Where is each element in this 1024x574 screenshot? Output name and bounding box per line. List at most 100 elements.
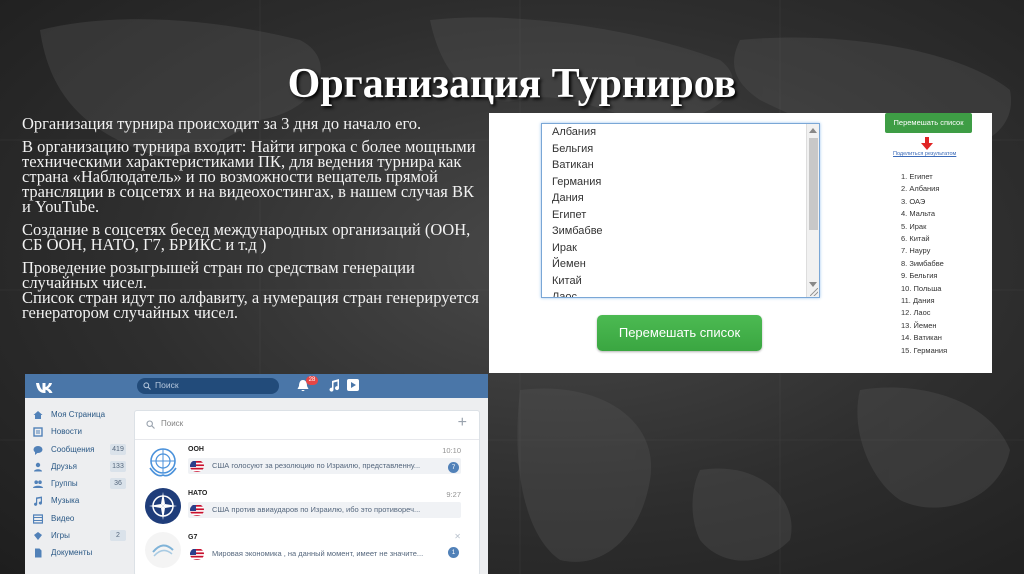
result-item: 4. Мальта — [901, 209, 936, 219]
resize-grip-icon[interactable] — [810, 288, 818, 296]
list-item: Бельгия — [552, 142, 594, 155]
usa-flag-icon — [190, 548, 204, 560]
notification-badge: 28 — [306, 376, 318, 385]
sidebar-item-friends[interactable]: Друзья 133 — [25, 458, 130, 475]
result-item: 5. Ирак — [901, 221, 927, 231]
dialog-preview: США голосуют за резолюцию по Израилю, пр… — [188, 458, 461, 474]
dialog-row-g7[interactable]: G7 Мировая экономика , на данный момент,… — [135, 527, 479, 571]
music-note-icon[interactable] — [328, 379, 340, 392]
shuffle-list-button[interactable]: Перемешать список — [597, 315, 762, 351]
result-item: 14. Ватикан — [901, 333, 942, 343]
result-item: 2. Албания — [901, 184, 940, 194]
dialog-time: 9:27 — [446, 490, 461, 499]
slide-body: Организация турнира происходит за 3 дня … — [22, 114, 484, 322]
music-icon — [34, 496, 43, 507]
sidebar-item-label: Группы — [51, 479, 78, 489]
usa-flag-icon — [190, 460, 204, 472]
country-list-textarea[interactable]: Албания Бельгия Ватикан Германия Дания Е… — [541, 123, 820, 298]
dialog-name: ООН — [188, 446, 204, 453]
home-icon — [33, 411, 43, 419]
result-item: 13. Йемен — [901, 320, 937, 330]
paragraph-timing: Организация турнира происходит за 3 дня … — [22, 114, 422, 133]
close-icon[interactable]: ✕ — [454, 532, 461, 541]
result-item: 9. Бельгия — [901, 271, 938, 281]
games-icon — [34, 532, 42, 541]
sidebar-item-label: Видео — [51, 513, 75, 523]
dialog-row-nato[interactable]: НАТО 9:27 США против авиаударов по Израи… — [135, 483, 479, 527]
sidebar-item-games[interactable]: Игры 2 — [25, 527, 130, 544]
list-item: Лаос — [552, 291, 577, 298]
dialog-message: США голосуют за резолюцию по Израилю, пр… — [212, 461, 421, 470]
result-item: 11. Дания — [901, 296, 935, 306]
groups-icon — [33, 480, 43, 489]
result-item: 15. Германия — [901, 345, 948, 355]
dialog-name: G7 — [188, 534, 198, 541]
sidebar-item-video[interactable]: Видео — [25, 510, 130, 527]
dialog-name: НАТО — [188, 490, 208, 497]
scroll-up-icon[interactable] — [809, 128, 817, 133]
dialog-message: США против авиаударов по Израилю, ибо эт… — [212, 505, 421, 514]
dialog-row-un[interactable]: ООН 10:10 США голосуют за резолюцию по И… — [135, 439, 479, 483]
sidebar-item-my-page[interactable]: Моя Страница — [25, 406, 130, 423]
search-icon — [146, 420, 155, 429]
search-icon — [143, 382, 151, 390]
sidebar-item-label: Сообщения — [51, 444, 95, 454]
sidebar-item-label: Друзья — [51, 461, 77, 471]
unread-count-badge: 1 — [448, 547, 459, 558]
scroll-down-icon[interactable] — [809, 282, 817, 287]
sidebar-item-documents[interactable]: Документы — [25, 544, 130, 561]
paragraph-chats: Создание в соцсетях бесед международных … — [22, 220, 471, 254]
usa-flag-icon — [190, 504, 204, 516]
scroll-thumb[interactable] — [809, 138, 818, 230]
result-item: 1. Египет — [901, 172, 933, 181]
shuffle-list-button-small[interactable]: Перемешать список — [885, 113, 972, 133]
vk-screenshot: Поиск 28 Моя Страница Новости Сообщения … — [25, 374, 488, 574]
g7-emblem-avatar — [145, 532, 181, 568]
list-item: Албания — [552, 126, 597, 138]
games-count: 2 — [110, 530, 126, 542]
list-item: Германия — [552, 175, 602, 188]
list-scrollbar[interactable] — [806, 124, 819, 297]
arrow-down-icon — [921, 137, 933, 150]
vk-header: Поиск 28 — [25, 374, 488, 398]
messages-search-placeholder: Поиск — [161, 419, 184, 428]
video-icon — [33, 514, 43, 524]
sidebar-item-label: Документы — [51, 548, 93, 558]
vk-search-placeholder: Поиск — [155, 380, 179, 390]
play-icon[interactable] — [347, 379, 359, 391]
result-item: 12. Лаос — [901, 308, 931, 318]
sidebar-item-news[interactable]: Новости — [25, 423, 130, 440]
sidebar-item-label: Музыка — [51, 496, 80, 506]
groups-count: 36 — [110, 478, 126, 490]
vk-logo-icon[interactable] — [35, 379, 57, 397]
share-result-link[interactable]: Поделиться результатом — [893, 151, 956, 157]
sidebar-item-music[interactable]: Музыка — [25, 492, 130, 509]
messages-count: 419 — [110, 443, 126, 455]
news-icon — [33, 427, 43, 437]
list-item: Йемен — [552, 258, 586, 270]
list-item: Ватикан — [552, 159, 594, 171]
dialog-message: Мировая экономика , на данный момент, им… — [212, 549, 424, 558]
sidebar-item-messages[interactable]: Сообщения 419 — [25, 441, 130, 458]
list-item: Египет — [552, 208, 587, 221]
list-item: Дания — [552, 192, 584, 204]
vk-sidebar: Моя Страница Новости Сообщения 419 Друзь… — [25, 406, 130, 562]
sidebar-item-groups[interactable]: Группы 36 — [25, 475, 130, 492]
result-item: 6. Китай — [901, 234, 930, 244]
result-item: 8. Зимбабве — [901, 258, 944, 268]
documents-icon — [35, 548, 42, 558]
list-item: Ирак — [552, 241, 577, 254]
vk-search-input[interactable]: Поиск — [137, 378, 279, 394]
sidebar-item-label: Моя Страница — [51, 410, 106, 419]
unread-count-badge: 7 — [448, 462, 459, 473]
result-item: 3. ОАЭ — [901, 196, 926, 206]
sidebar-item-label: Игры — [51, 531, 70, 541]
shuffle-panel: Албания Бельгия Ватикан Германия Дания Е… — [489, 113, 992, 373]
messages-search-bar[interactable]: Поиск + — [135, 411, 479, 440]
list-item: Китай — [552, 274, 582, 287]
messages-icon — [33, 445, 43, 455]
dialog-preview: США против авиаударов по Израилю, ибо эт… — [188, 502, 461, 518]
paragraph-numbering: Список стран идут по алфавиту, а нумерац… — [22, 288, 479, 322]
nato-emblem-avatar — [145, 488, 181, 524]
new-chat-plus-icon[interactable]: + — [458, 414, 467, 432]
